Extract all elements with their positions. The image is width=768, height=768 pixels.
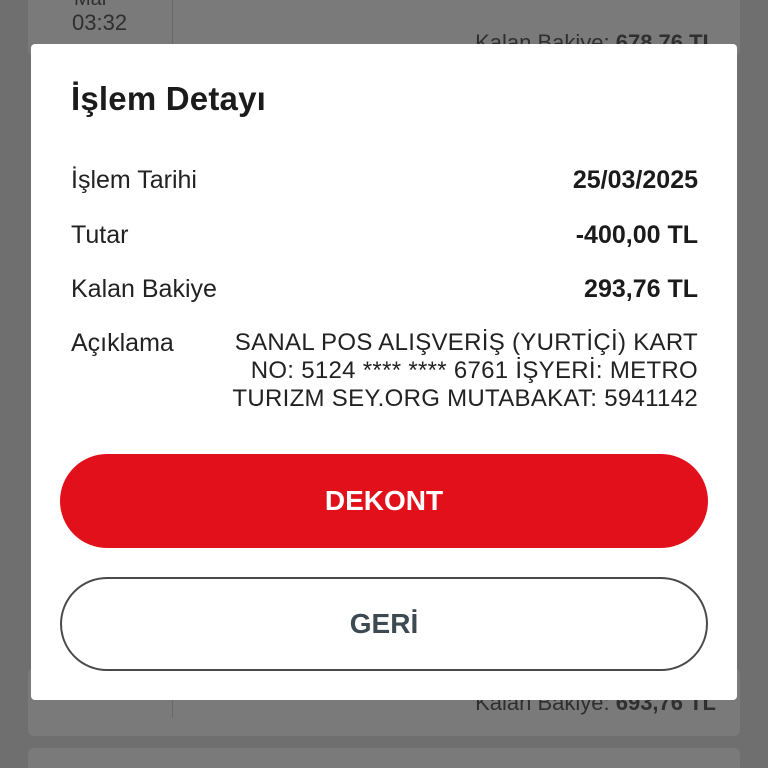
detail-label: Açıklama bbox=[71, 329, 174, 357]
dialog-title: İşlem Detayı bbox=[71, 80, 267, 117]
transaction-detail-dialog: İşlem Detayı İşlem Tarihi 25/03/2025 Tut… bbox=[31, 44, 737, 700]
detail-row-balance: Kalan Bakiye 293,76 TL bbox=[71, 275, 698, 304]
transaction-list-item bbox=[28, 748, 740, 768]
detail-label: Kalan Bakiye bbox=[71, 275, 217, 303]
detail-value: 293,76 TL bbox=[584, 275, 698, 303]
detail-value: 25/03/2025 bbox=[572, 166, 698, 194]
back-button[interactable]: GERİ bbox=[60, 577, 708, 671]
detail-label: İşlem Tarihi bbox=[71, 166, 197, 194]
detail-row-description: Açıklama SANAL POS ALIŞVERİŞ (YURTİÇİ) K… bbox=[71, 329, 698, 413]
detail-row-amount: Tutar -400,00 TL bbox=[71, 221, 698, 250]
detail-label: Tutar bbox=[71, 221, 129, 249]
receipt-button[interactable]: DEKONT bbox=[60, 454, 708, 548]
transaction-time: 03:32 bbox=[72, 10, 128, 35]
screen: Mar 03:32 Kalan Bakiye: 678,76 TL Kalan … bbox=[0, 0, 768, 768]
description-text: SANAL POS ALIŞVERİŞ (YURTİÇİ) KART NO: 5… bbox=[232, 329, 698, 412]
detail-value: -400,00 TL bbox=[575, 221, 698, 249]
detail-row-date: İşlem Tarihi 25/03/2025 bbox=[71, 166, 698, 195]
